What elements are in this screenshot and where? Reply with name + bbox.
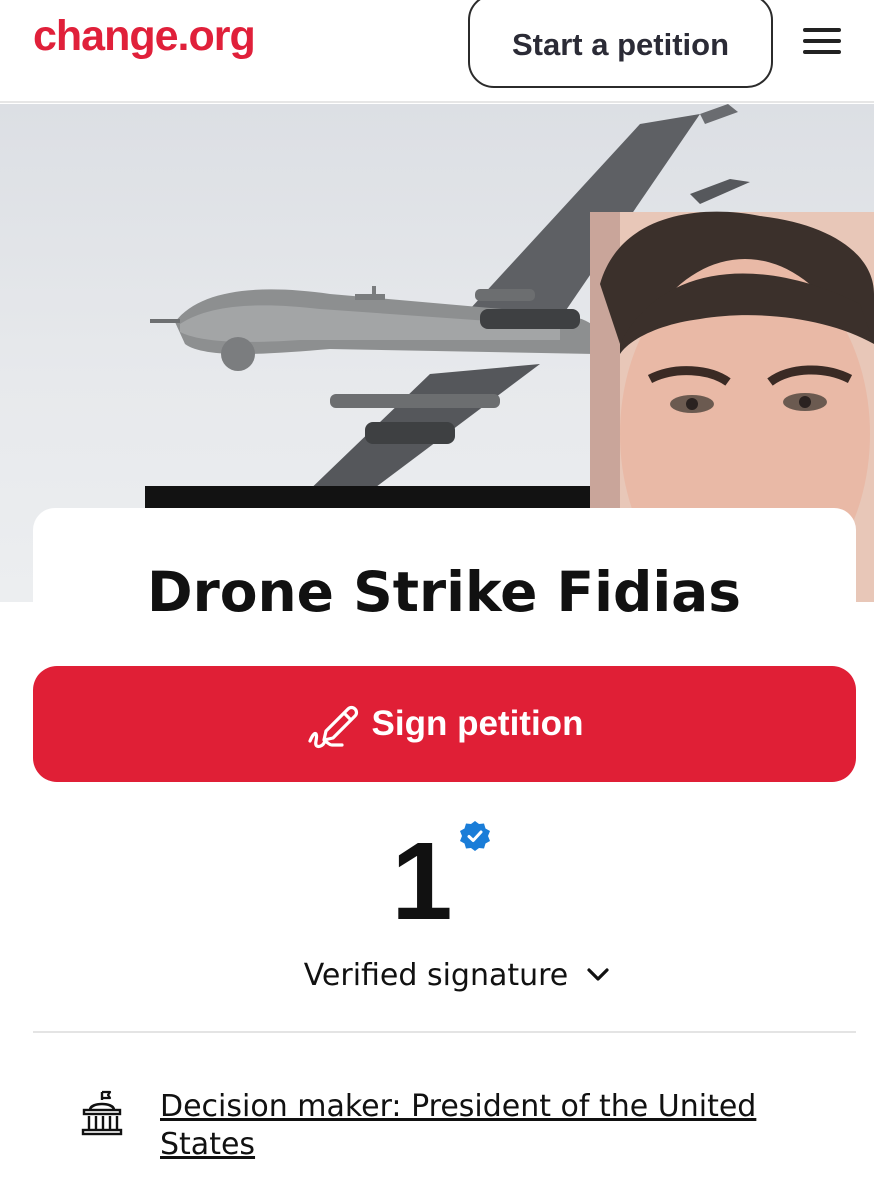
petition-title: Drone Strike Fidias [146, 560, 742, 624]
signature-count: 1 [391, 820, 453, 943]
start-petition-button[interactable]: Start a petition [468, 0, 773, 88]
verified-check-icon [460, 821, 490, 851]
hamburger-menu-icon[interactable] [803, 28, 841, 54]
chevron-down-icon [587, 968, 609, 981]
sign-petition-button[interactable]: Sign petition [33, 666, 856, 782]
pen-signature-icon [307, 705, 358, 749]
change-org-logo[interactable]: change.org [33, 12, 256, 61]
divider [33, 1031, 856, 1033]
decision-maker-link[interactable]: Decision maker: President of the United … [160, 1088, 800, 1164]
top-header: change.org Start a petition [0, 0, 874, 103]
government-building-icon [81, 1090, 123, 1136]
sign-petition-label: Sign petition [371, 704, 584, 743]
verified-signature-label: Verified signature [303, 957, 569, 993]
verified-signature-toggle[interactable]: Verified signature [0, 952, 874, 998]
